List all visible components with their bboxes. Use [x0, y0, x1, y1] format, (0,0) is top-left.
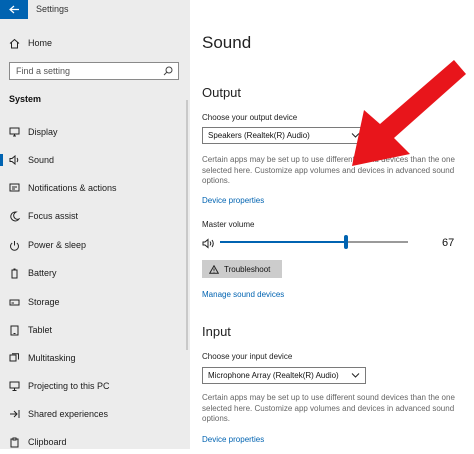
home-link[interactable]: Home	[0, 31, 190, 55]
notifications-icon	[0, 183, 28, 193]
input-device-label: Choose your input device	[202, 352, 293, 361]
volume-fill	[220, 241, 346, 243]
sidebar: Settings Home Find a setting System Disp…	[0, 0, 190, 449]
clipboard-icon	[0, 437, 28, 448]
sidebar-item-label: Battery	[28, 268, 57, 278]
volume-value: 67	[442, 237, 455, 249]
sidebar-item-display[interactable]: Display	[0, 120, 190, 144]
storage-icon	[0, 297, 28, 307]
sidebar-item-label: Notifications & actions	[28, 183, 117, 193]
output-device-select[interactable]: Speakers (Realtek(R) Audio)	[202, 127, 366, 144]
troubleshoot-button[interactable]: Troubleshoot	[202, 260, 282, 278]
chevron-down-icon	[351, 371, 360, 381]
active-indicator	[0, 154, 3, 166]
power-icon	[0, 240, 28, 251]
search-icon	[163, 66, 173, 78]
sidebar-item-label: Focus assist	[28, 211, 79, 221]
sidebar-item-clipboard[interactable]: Clipboard	[0, 430, 190, 454]
back-arrow-icon	[8, 5, 19, 14]
sidebar-item-storage[interactable]: Storage	[0, 290, 190, 314]
sidebar-item-label: Shared experiences	[28, 409, 109, 419]
speaker-icon	[0, 155, 28, 165]
troubleshoot-label: Troubleshoot	[224, 264, 271, 274]
input-device-properties-link[interactable]: Device properties	[202, 435, 264, 444]
output-heading: Output	[202, 85, 242, 100]
sidebar-item-multitasking[interactable]: Multitasking	[0, 346, 190, 370]
sidebar-item-sound[interactable]: Sound	[0, 148, 190, 172]
input-heading: Input	[202, 324, 231, 339]
master-volume-slider[interactable]	[220, 235, 408, 249]
speaker-icon[interactable]	[202, 236, 215, 254]
app-title: Settings	[36, 4, 69, 14]
search-placeholder: Find a setting	[16, 66, 71, 76]
sidebar-item-battery[interactable]: Battery	[0, 261, 190, 285]
sidebar-item-notifications[interactable]: Notifications & actions	[0, 176, 190, 200]
back-button[interactable]	[0, 0, 28, 19]
sidebar-item-shared-experiences[interactable]: Shared experiences	[0, 402, 190, 426]
sidebar-item-label: Display	[28, 127, 58, 137]
home-label: Home	[28, 38, 53, 48]
sidebar-item-label: Storage	[28, 297, 60, 307]
output-device-value: Speakers (Realtek(R) Audio)	[208, 131, 310, 140]
shared-icon	[0, 409, 28, 419]
warning-icon	[209, 264, 219, 274]
input-device-value: Microphone Array (Realtek(R) Audio)	[208, 371, 339, 380]
home-icon	[0, 38, 28, 49]
output-device-properties-link[interactable]: Device properties	[202, 196, 264, 205]
master-volume-label: Master volume	[202, 220, 255, 229]
sidebar-item-focus-assist[interactable]: Focus assist	[0, 204, 190, 228]
search-input[interactable]: Find a setting	[9, 62, 179, 80]
input-device-select[interactable]: Microphone Array (Realtek(R) Audio)	[202, 367, 366, 384]
sidebar-item-label: Sound	[28, 155, 55, 165]
output-device-label: Choose your output device	[202, 113, 298, 122]
display-icon	[0, 127, 28, 137]
sidebar-scrollbar[interactable]	[186, 100, 188, 350]
sidebar-item-label: Power & sleep	[28, 240, 87, 250]
projecting-icon	[0, 381, 28, 391]
multitasking-icon	[0, 353, 28, 363]
volume-slider-thumb[interactable]	[343, 235, 348, 249]
sidebar-item-power-sleep[interactable]: Power & sleep	[0, 233, 190, 257]
section-title: System	[9, 94, 42, 104]
moon-icon	[0, 210, 28, 222]
sidebar-item-projecting[interactable]: Projecting to this PC	[0, 374, 190, 398]
page-title: Sound	[202, 33, 252, 52]
battery-icon	[0, 268, 28, 279]
input-description: Certain apps may be set up to use differ…	[202, 393, 455, 423]
red-arrow-annotation-icon	[352, 60, 466, 166]
tablet-icon	[0, 325, 28, 336]
sidebar-item-label: Clipboard	[28, 437, 67, 447]
manage-sound-devices-link[interactable]: Manage sound devices	[202, 290, 284, 299]
sidebar-item-label: Projecting to this PC	[28, 381, 110, 391]
sidebar-item-label: Tablet	[28, 325, 53, 335]
sidebar-item-tablet[interactable]: Tablet	[0, 318, 190, 342]
sidebar-item-label: Multitasking	[28, 353, 76, 363]
